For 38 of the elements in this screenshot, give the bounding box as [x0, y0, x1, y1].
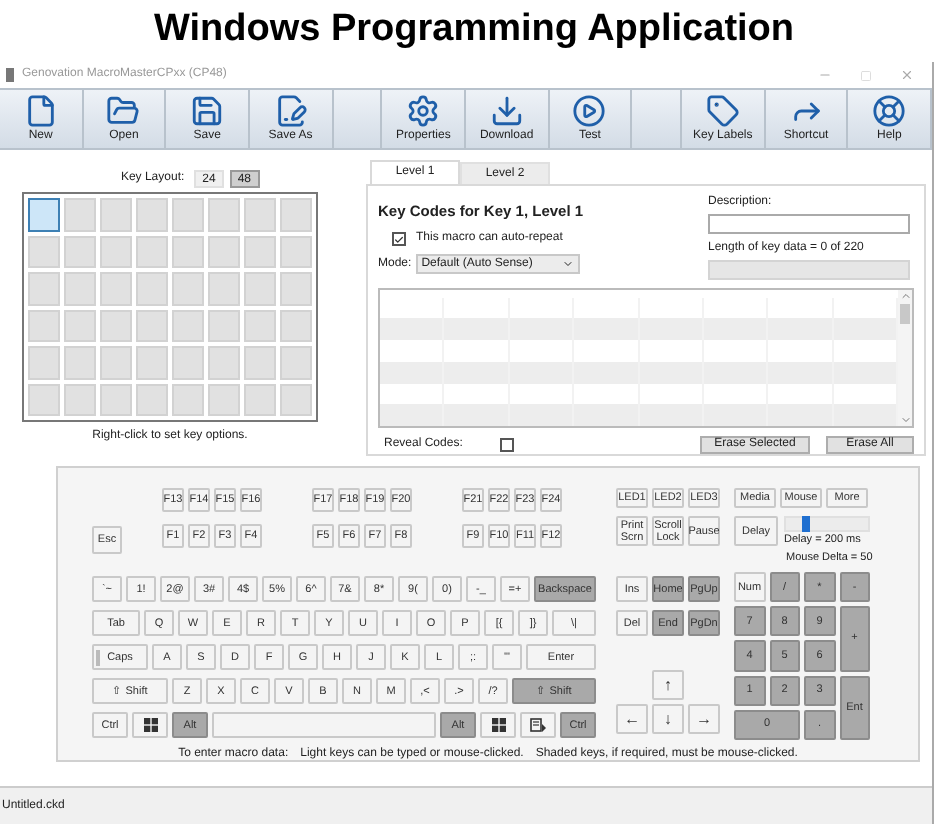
gear-icon — [406, 94, 441, 128]
tag-icon — [705, 94, 740, 128]
scrollbar[interactable] — [898, 289, 912, 426]
keyboard-key[interactable]: ↑ — [652, 670, 684, 700]
windows-key[interactable] — [480, 712, 516, 738]
keyboard-key[interactable]: → — [688, 704, 720, 734]
page-heading: Windows Programming Application — [153, 6, 795, 55]
scroll-down-icon[interactable] — [899, 414, 911, 426]
scroll-thumb[interactable] — [900, 303, 910, 324]
menu-key-icon — [530, 718, 546, 732]
minimize-icon[interactable] — [818, 68, 832, 82]
keyboard-key[interactable]: ← — [616, 704, 648, 734]
download-icon — [489, 94, 524, 128]
description-field[interactable] — [708, 214, 910, 234]
check-icon — [394, 233, 404, 246]
scroll-up-icon[interactable] — [899, 289, 911, 302]
slider-thumb[interactable] — [802, 516, 811, 532]
lifebuoy-icon — [872, 94, 907, 128]
close-icon[interactable] — [900, 68, 914, 82]
keyboard-key[interactable]: ↓ — [652, 704, 684, 734]
maximize-icon[interactable] — [860, 69, 872, 81]
key-code-list[interactable] — [378, 287, 914, 428]
file-icon — [23, 94, 58, 128]
menu-key[interactable] — [520, 712, 556, 738]
auto-repeat-checkbox[interactable] — [392, 232, 406, 247]
space-bar[interactable] — [212, 712, 436, 738]
folder-icon — [106, 94, 141, 128]
app-icon — [6, 68, 14, 82]
caps-lock-indicator — [96, 650, 100, 666]
reveal-codes-checkbox[interactable] — [500, 438, 515, 452]
chevron-down-icon — [561, 258, 574, 271]
file-pen-icon — [273, 94, 308, 128]
windows-key[interactable] — [132, 712, 168, 738]
windows-logo-icon — [491, 718, 505, 732]
windows-logo-icon — [143, 718, 157, 732]
delay-slider[interactable] — [784, 516, 870, 532]
play-icon — [572, 94, 607, 128]
grid-key[interactable] — [28, 198, 60, 231]
